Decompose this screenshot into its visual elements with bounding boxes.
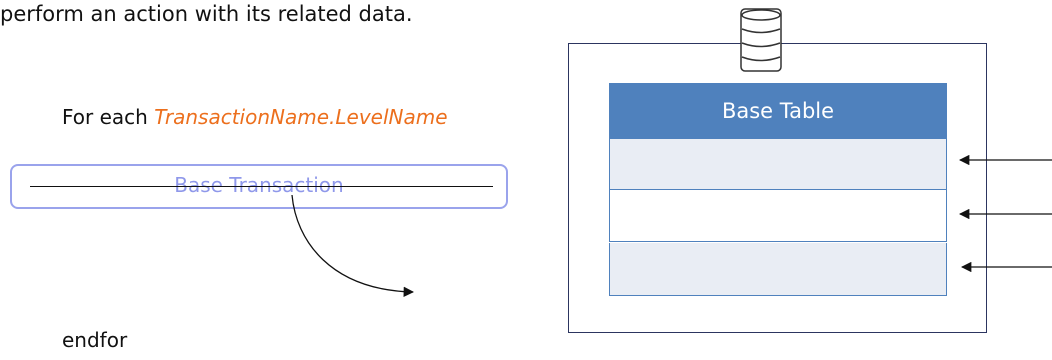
base-transaction-label: Base Transaction (174, 172, 344, 197)
database-icon (740, 8, 782, 72)
for-each-keyword: For each (62, 105, 155, 129)
intro-text: perform an action with its related data. (0, 2, 413, 26)
strikethrough-line (30, 186, 493, 187)
for-each-statement: For each TransactionName.LevelName (62, 105, 448, 129)
base-table-header: Base Table (609, 83, 947, 138)
base-table-row (609, 243, 947, 296)
level-name: TransactionName.LevelName (154, 105, 448, 129)
diagram-slide: perform an action with its related data.… (0, 0, 1052, 360)
base-table-row (609, 138, 947, 190)
endfor-keyword: endfor (62, 328, 128, 352)
base-table-row (609, 190, 947, 242)
curved-arrow (291, 194, 415, 297)
